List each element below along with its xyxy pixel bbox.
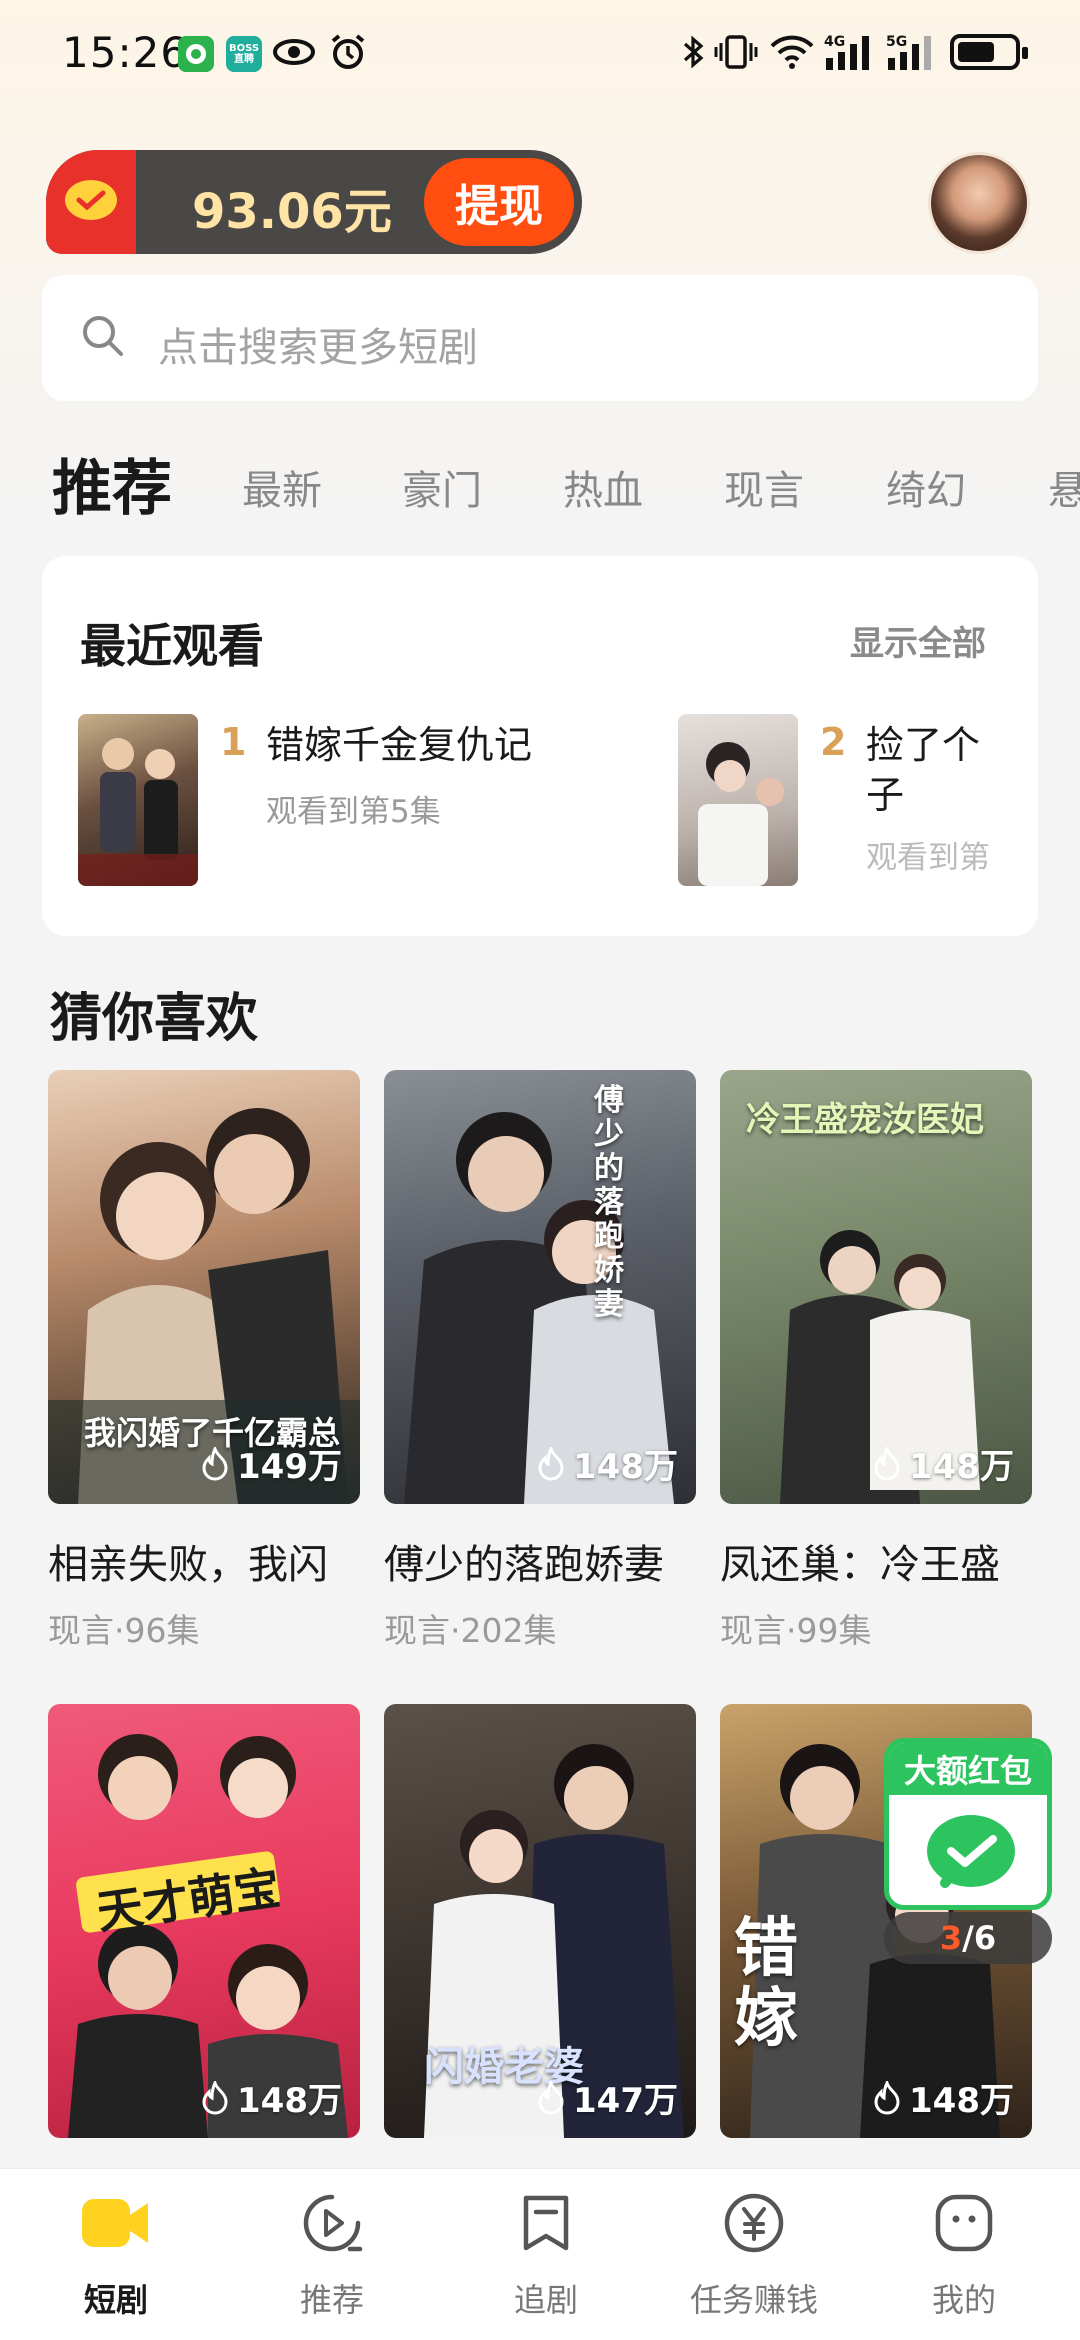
signal-4g-icon: 4G <box>824 30 878 74</box>
view-count: 148万 <box>535 1439 678 1488</box>
svg-text:4G: 4G <box>824 34 845 50</box>
recent-rank: 2 <box>820 720 847 764</box>
red-packet-counter: 3/6 <box>884 1912 1052 1964</box>
red-packet-floating-button[interactable]: 大额红包 <box>884 1738 1052 1910</box>
recent-item-title: 捡了个 <box>866 723 981 767</box>
recent-item[interactable]: 2 捡了个 子 观看到第 <box>678 714 1038 890</box>
search-placeholder: 点击搜索更多短剧 <box>158 325 478 371</box>
eye-icon <box>272 30 316 74</box>
search-bar[interactable]: 点击搜索更多短剧 <box>42 275 1038 401</box>
nav-recommend[interactable]: 推荐 <box>232 2187 432 2321</box>
drama-title: 傅少的落跑娇妻 <box>384 1542 664 1588</box>
recently-watched-card: 最近观看 显示全部 1 错嫁千金复仇记 观看到第5集 2 捡了个 子 观看到第 <box>42 556 1038 936</box>
view-count: 148万 <box>199 2073 342 2122</box>
category-tabs: 推荐 最新 豪门 热血 现言 绮幻 悬 <box>0 440 1080 530</box>
play-circle-icon <box>232 2187 432 2259</box>
vibrate-icon <box>714 30 758 74</box>
red-packet-label: 大额红包 <box>889 1743 1047 1795</box>
recent-item-progress: 观看到第5集 <box>266 794 441 830</box>
nav-follow[interactable]: 追剧 <box>446 2187 646 2321</box>
user-avatar[interactable] <box>928 152 1030 254</box>
boss-app-icon: BOSS 直聘 <box>226 36 262 72</box>
tab-fantasy[interactable]: 绮幻 <box>886 458 966 516</box>
signal-5g-icon: 5G <box>886 30 940 74</box>
short-drama-camera-icon <box>16 2187 216 2259</box>
svg-text:5G: 5G <box>886 34 907 50</box>
battery-icon <box>950 34 1028 70</box>
drama-card[interactable]: 闪婚老婆 147万 <box>384 1704 696 2138</box>
recent-rank: 1 <box>220 720 247 764</box>
green-app-icon <box>178 36 214 72</box>
poster-title-text: 错嫁 <box>734 1912 798 2056</box>
recent-item[interactable]: 1 错嫁千金复仇记 观看到第5集 <box>78 714 638 890</box>
drama-poster: 闪婚老婆 147万 <box>384 1704 696 2138</box>
drama-poster: 冷王盛宠汝医妃 148万 <box>720 1070 1032 1504</box>
nav-tasks-earn[interactable]: 任务赚钱 <box>654 2187 854 2321</box>
drama-poster: 天才萌宝 148万 <box>48 1704 360 2138</box>
wallet-red-icon <box>46 150 136 254</box>
drama-card[interactable]: 天才萌宝 148万 <box>48 1704 360 2138</box>
view-count: 147万 <box>535 2073 678 2122</box>
view-count: 149万 <box>199 1439 342 1488</box>
tab-suspense[interactable]: 悬 <box>1048 458 1080 516</box>
drama-meta: 现言·96集 <box>48 1611 200 1650</box>
yuan-coin-icon <box>654 2187 854 2259</box>
poster-title-text: 冷王盛宠汝医妃 <box>746 1100 984 1140</box>
tab-modern-romance[interactable]: 现言 <box>724 458 804 516</box>
show-all-link[interactable]: 显示全部 <box>850 616 986 665</box>
recent-item-title: 错嫁千金复仇记 <box>266 723 533 767</box>
search-icon <box>80 313 130 363</box>
profile-face-icon <box>864 2187 1064 2259</box>
recent-item-title-line2: 子 <box>866 773 905 817</box>
recent-title: 最近观看 <box>80 619 264 673</box>
poster-title-text: 傅少的落跑娇妻 <box>594 1083 624 1322</box>
view-count: 148万 <box>871 1439 1014 1488</box>
recent-thumbnail <box>678 714 798 886</box>
status-time: 15:26 <box>62 28 189 77</box>
bottom-navigation: 短剧 推荐 追剧 任务赚钱 我的 <box>0 2168 1080 2340</box>
alarm-icon <box>328 30 368 74</box>
drama-poster: 傅少的落跑娇妻 148万 <box>384 1070 696 1504</box>
drama-meta: 现言·202集 <box>384 1611 557 1650</box>
drama-title: 相亲失败，我闪 <box>48 1542 328 1588</box>
wifi-icon <box>768 30 816 74</box>
tab-recommend[interactable]: 推荐 <box>52 440 172 527</box>
nav-profile[interactable]: 我的 <box>864 2187 1064 2321</box>
wechat-pay-icon <box>923 1809 1019 1903</box>
tab-wealthy[interactable]: 豪门 <box>402 458 482 516</box>
recent-item-progress: 观看到第 <box>866 840 990 876</box>
status-bar: 15:26 BOSS 直聘 4G 5G <box>0 0 1080 110</box>
withdraw-button[interactable]: 提现 <box>424 158 574 246</box>
tab-latest[interactable]: 最新 <box>242 458 322 516</box>
wallet-balance-bar[interactable]: 93.06元 提现 <box>46 150 582 254</box>
bookmark-icon <box>446 2187 646 2259</box>
drama-card[interactable]: 傅少的落跑娇妻 148万 傅少的落跑娇妻 现言·202集 <box>384 1070 696 1652</box>
drama-title: 凤还巢：冷王盛 <box>720 1542 1000 1588</box>
tab-action[interactable]: 热血 <box>563 458 643 516</box>
bluetooth-icon <box>678 30 708 74</box>
drama-card[interactable]: 冷王盛宠汝医妃 148万 凤还巢：冷王盛 现言·99集 <box>720 1070 1032 1652</box>
nav-short-drama[interactable]: 短剧 <box>16 2187 216 2321</box>
recent-thumbnail <box>78 714 198 886</box>
drama-poster: 我闪婚了千亿霸总 149万 <box>48 1070 360 1504</box>
drama-meta: 现言·99集 <box>720 1611 872 1650</box>
view-count: 148万 <box>871 2073 1014 2122</box>
guess-you-like-title: 猜你喜欢 <box>50 989 259 1049</box>
wallet-amount: 93.06元 <box>192 184 392 240</box>
drama-card[interactable]: 我闪婚了千亿霸总 149万 相亲失败，我闪 现言·96集 <box>48 1070 360 1652</box>
